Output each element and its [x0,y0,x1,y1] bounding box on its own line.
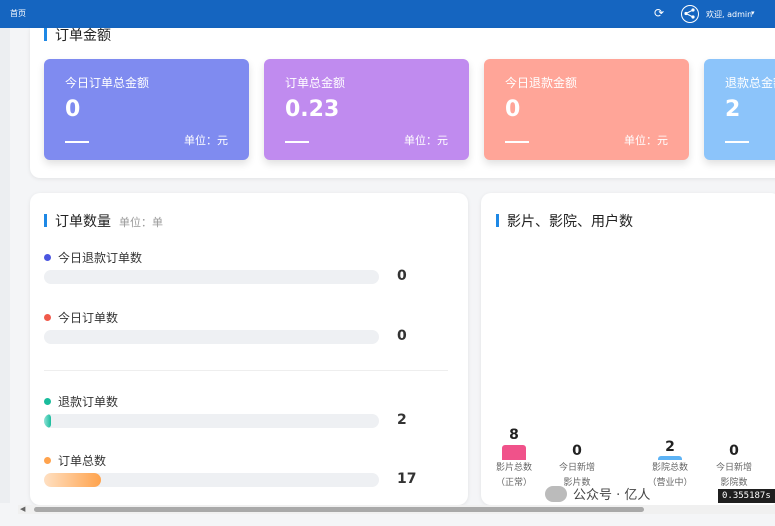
card-unit: 单位：元 [404,134,448,147]
card-label: 今日订单总金额 [65,76,150,90]
divider [44,370,448,371]
card-value: 0.23 [285,97,340,122]
total-order-amount-card: 订单总金额 0.23 单位：元 [264,59,469,160]
stat-value: 0 [572,443,582,459]
card-label: 订单总金额 [285,76,346,90]
progress-fill [44,414,51,428]
chevron-down-icon[interactable]: ▾ [751,9,755,17]
item-count: 2 [397,412,407,428]
sidebar-edge [0,28,10,503]
card-dash [505,141,529,143]
card-dash [285,141,309,143]
progress-track [44,414,379,428]
card-value: 0 [505,97,521,122]
avatar[interactable] [681,5,699,23]
legend-dot [44,398,51,405]
today-refund-amount-card: 今日退款金额 0 单位：元 [484,59,689,160]
user-welcome[interactable]: 欢迎, admin [706,9,752,20]
timing-overlay: 0.355187s [718,489,775,503]
item-label: 今日订单数 [58,311,119,325]
legend-dot [44,254,51,261]
legend-dot [44,314,51,321]
today-order-amount-card: 今日订单总金额 0 单位：元 [44,59,249,160]
stat-bar [658,456,682,460]
card-unit: 单位：元 [184,134,228,147]
top-navbar: 首页 ⟳ 欢迎, admin ▾ [0,0,775,28]
scrollbar-thumb[interactable] [34,507,644,512]
stat-label: 影片总数 （正常） [495,463,532,488]
horizontal-scrollbar[interactable]: ◀ [18,505,775,514]
progress-fill [44,473,101,487]
card-unit: 单位：元 [624,134,668,147]
stats-title: 影片、影院、用户数 [496,211,633,231]
stat-bar [502,445,526,460]
total-refund-amount-card: 退款总金额 2 [704,59,775,160]
stat-value: 8 [509,427,519,443]
item-count: 17 [397,471,417,487]
share-icon [684,8,695,19]
card-dash [725,141,749,143]
item-label: 今日退款订单数 [58,251,143,265]
card-label: 今日退款金额 [505,76,578,90]
order-amount-title: 订单金额 [44,25,111,45]
progress-track [44,270,379,284]
home-link[interactable]: 首页 [10,8,26,19]
legend-dot [44,457,51,464]
item-label: 退款订单数 [58,395,119,409]
item-label: 订单总数 [58,454,107,468]
card-label: 退款总金额 [725,76,775,90]
order-count-title: 订单数量 单位：单 [44,211,163,231]
card-dash [65,141,89,143]
item-count: 0 [397,268,407,284]
stat-label: 今日新增 影院数 [715,463,752,488]
progress-track [44,330,379,344]
stat-value: 0 [729,443,739,459]
stat-value: 2 [665,439,675,455]
watermark: 公众号 · 亿人 [545,484,650,503]
refresh-icon[interactable]: ⟳ [654,5,664,21]
card-value: 2 [725,97,741,122]
item-count: 0 [397,328,407,344]
scroll-left-icon[interactable]: ◀ [20,505,25,514]
progress-track [44,473,379,487]
card-value: 0 [65,97,81,122]
wechat-icon [545,486,567,502]
